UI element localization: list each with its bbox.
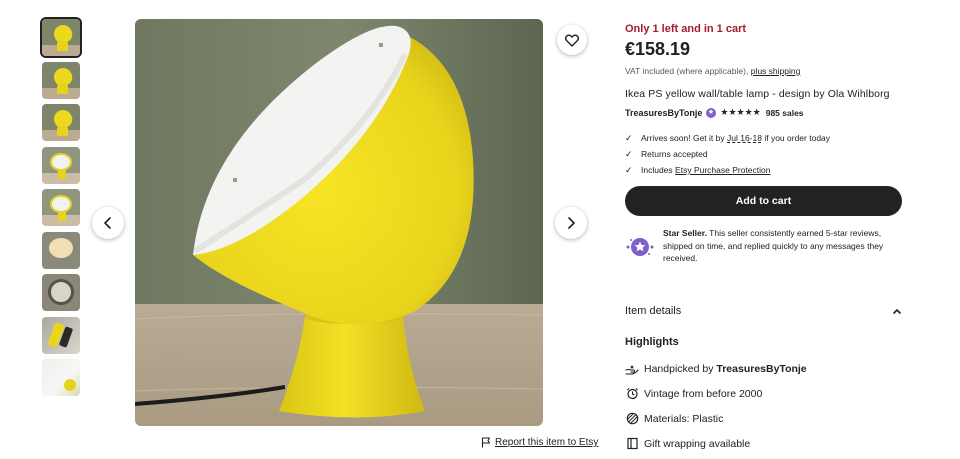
materials-row: Materials: Plastic: [625, 406, 807, 431]
add-to-cart-button[interactable]: Add to cart: [625, 186, 902, 216]
hand-icon: [625, 362, 639, 376]
chevron-left-icon: [104, 217, 111, 229]
shipping-link[interactable]: plus shipping: [751, 66, 801, 76]
gift-book-icon: [625, 437, 639, 451]
highlights-heading: Highlights: [625, 336, 679, 348]
check-icon: ✓: [625, 164, 633, 175]
purchase-protection-link[interactable]: Etsy Purchase Protection: [675, 165, 770, 175]
vintage-text: Vintage from before 2000: [644, 387, 763, 400]
shop-info: TreasuresByTonje ★★★★★ 985 sales: [625, 107, 804, 118]
report-item: Report this item to Etsy: [481, 437, 598, 448]
returns-text: Returns accepted: [641, 149, 708, 159]
thumbnail-2[interactable]: [42, 61, 80, 99]
vat-text: VAT included (where applicable),: [625, 66, 749, 76]
rating-stars[interactable]: ★★★★★: [720, 107, 760, 118]
sales-count: 985 sales: [765, 107, 804, 118]
star-seller-icon: [626, 238, 654, 256]
previous-image-button[interactable]: [92, 207, 124, 239]
star-seller-text: Star Seller. This seller consistently ea…: [663, 227, 905, 265]
star-seller-title: Star Seller.: [663, 228, 707, 238]
heart-icon: [565, 34, 579, 47]
star-seller-info: Star Seller. This seller consistently ea…: [625, 227, 905, 265]
handpicked-row: Handpicked by TreasuresByTonje: [625, 356, 807, 381]
check-icon: ✓: [625, 148, 633, 159]
arrival-date[interactable]: Jul 16-18: [727, 133, 762, 143]
lamp-photo: [135, 19, 543, 426]
gift-text: Gift wrapping available: [644, 437, 751, 450]
arrives-prefix: Arrives soon! Get it by: [641, 133, 725, 143]
favorite-button[interactable]: [557, 25, 587, 55]
chevron-right-icon: [568, 217, 575, 229]
protection-row: ✓ Includes Etsy Purchase Protection: [625, 162, 830, 178]
highlights-list: Handpicked by TreasuresByTonje Vintage f…: [625, 356, 807, 456]
vat-note: VAT included (where applicable), plus sh…: [625, 66, 800, 76]
thumbnail-9[interactable]: [42, 359, 80, 396]
handpicked-prefix: Handpicked by: [644, 362, 714, 375]
thumbnail-3[interactable]: [42, 104, 80, 141]
main-product-image[interactable]: [135, 19, 543, 426]
shop-name-link[interactable]: TreasuresByTonje: [625, 108, 702, 118]
alarm-clock-icon: [625, 387, 639, 401]
returns-row: ✓ Returns accepted: [625, 146, 830, 162]
materials-text: Materials: Plastic: [644, 412, 724, 425]
check-icon: ✓: [625, 132, 633, 143]
price: €158.19: [625, 39, 691, 59]
handpicked-shop: TreasuresByTonje: [716, 362, 807, 375]
gift-row: Gift wrapping available: [625, 431, 807, 456]
thumbnail-8[interactable]: [42, 316, 80, 354]
thumbnail-list: [40, 17, 82, 402]
thumbnail-1[interactable]: [40, 17, 82, 58]
item-details-toggle[interactable]: Item details: [625, 305, 902, 317]
shipping-benefits: ✓ Arrives soon! Get it by Jul 16-18 if y…: [625, 130, 830, 178]
flag-icon: [481, 437, 491, 448]
item-details-label: Item details: [625, 305, 682, 317]
thumbnail-4[interactable]: [42, 146, 80, 184]
thumbnail-6[interactable]: [42, 231, 80, 269]
chevron-up-icon: [893, 309, 901, 314]
thumbnail-5[interactable]: [42, 189, 80, 226]
vintage-row: Vintage from before 2000: [625, 381, 807, 406]
thumbnail-7[interactable]: [42, 274, 80, 311]
arrives-suffix: if you order today: [764, 133, 831, 143]
protection-prefix: Includes: [641, 165, 673, 175]
material-swatch-icon: [625, 412, 639, 426]
next-image-button[interactable]: [555, 207, 587, 239]
star-seller-badge-icon: [706, 107, 717, 118]
listing-title: Ikea PS yellow wall/table lamp - design …: [625, 88, 890, 100]
stock-notice: Only 1 left and in 1 cart: [625, 23, 747, 35]
report-link[interactable]: Report this item to Etsy: [495, 437, 598, 448]
arrival-row: ✓ Arrives soon! Get it by Jul 16-18 if y…: [625, 130, 830, 146]
